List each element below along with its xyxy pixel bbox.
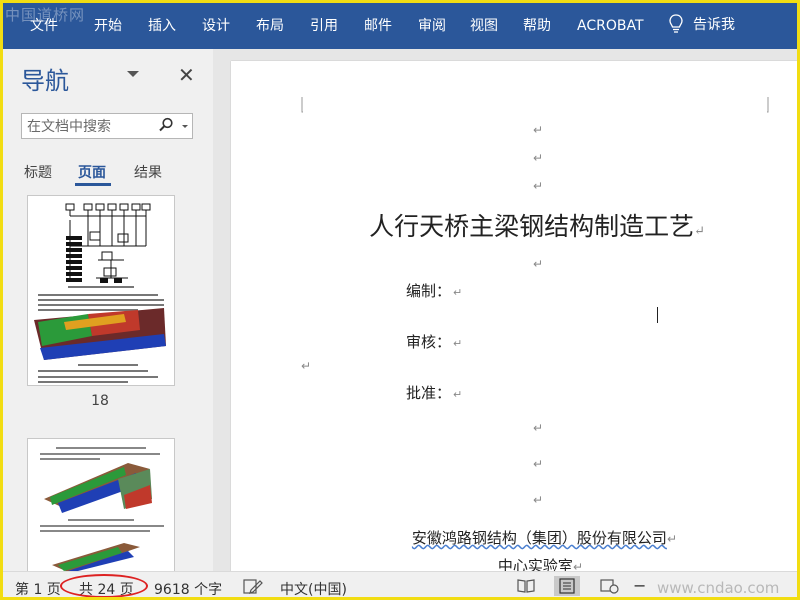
document-title[interactable]: 人行天桥主梁钢结构制造工艺↵: [231, 207, 705, 243]
navigation-pane: 导航 ✕ 标题 页面 结果: [3, 49, 213, 572]
nav-search-box[interactable]: [21, 113, 193, 139]
menu-help[interactable]: 帮助: [523, 17, 551, 35]
read-mode-button[interactable]: [513, 576, 539, 596]
paragraph-mark: ↵: [453, 388, 463, 401]
ribbon-menu: 中国道桥网 文件 开始 插入 设计 布局 引用 邮件 审阅 视图 帮助 ACRO…: [3, 3, 797, 49]
status-language[interactable]: 中文(中国): [280, 579, 347, 597]
tab-pages[interactable]: 页面: [78, 162, 106, 182]
field-reviewer-label: 审核：: [406, 333, 452, 351]
menu-view[interactable]: 视图: [470, 17, 498, 35]
margin-corner-mark: [767, 97, 769, 113]
status-word-count[interactable]: 9618 个字: [154, 579, 222, 597]
document-title-text: 人行天桥主梁钢结构制造工艺: [369, 212, 695, 241]
thumbnail-content: [40, 447, 164, 572]
margin-corner-mark: [301, 97, 303, 113]
document-page[interactable]: ↵ ↵ ↵ 人行天桥主梁钢结构制造工艺↵ ↵ 编制： ↵ 审核： ↵ ↵ 批准： ↵ …: [231, 61, 797, 591]
close-icon[interactable]: ✕: [178, 63, 195, 87]
nav-options-dropdown-icon[interactable]: [127, 71, 139, 77]
window: 中国道桥网 文件 开始 插入 设计 布局 引用 邮件 审阅 视图 帮助 ACRO…: [0, 0, 800, 600]
paragraph-mark: ↵: [453, 337, 463, 350]
print-layout-button[interactable]: [554, 576, 580, 596]
field-approver[interactable]: 批准： ↵: [406, 382, 462, 403]
status-page[interactable]: 第 1 页: [15, 579, 61, 597]
web-layout-button[interactable]: [596, 576, 622, 596]
tab-results[interactable]: 结果: [134, 162, 162, 182]
print-layout-icon: [559, 578, 575, 594]
web-layout-icon: [600, 579, 619, 594]
field-reviewer[interactable]: 审核： ↵: [406, 331, 462, 352]
search-options-icon[interactable]: [182, 125, 188, 128]
paragraph-mark: ↵: [533, 457, 544, 471]
menu-mailings[interactable]: 邮件: [364, 17, 392, 35]
menu-review[interactable]: 审阅: [418, 17, 446, 35]
thumbnail-content: [34, 203, 166, 383]
search-input[interactable]: [25, 115, 159, 139]
proofing-icon[interactable]: [243, 578, 263, 595]
menu-acrobat[interactable]: ACROBAT: [577, 17, 644, 35]
read-mode-icon: [517, 579, 535, 593]
tab-headings[interactable]: 标题: [24, 162, 52, 182]
zoom-out-icon[interactable]: −: [633, 576, 646, 595]
highlight-ellipse: [60, 574, 148, 597]
text-cursor: [657, 307, 658, 323]
paragraph-mark: ↵: [533, 123, 544, 137]
organization-name[interactable]: 安徽鸿路钢结构（集团）股份有限公司↵: [231, 527, 677, 548]
thumbnail-page-number: 18: [91, 393, 109, 409]
tell-me-search[interactable]: 告诉我: [669, 14, 735, 34]
paragraph-mark: ↵: [666, 532, 677, 546]
paragraph-mark: ↵: [533, 257, 544, 271]
field-approver-label: 批准：: [406, 384, 452, 402]
paragraph-mark: ↵: [533, 151, 544, 165]
field-compiler[interactable]: 编制： ↵: [406, 280, 462, 301]
menu-layout[interactable]: 布局: [256, 17, 284, 35]
menu-home[interactable]: 开始: [94, 17, 122, 35]
search-icon[interactable]: [158, 117, 174, 133]
tell-me-label: 告诉我: [693, 17, 735, 33]
lightbulb-icon: [669, 14, 683, 33]
menu-file[interactable]: 文件: [30, 17, 58, 35]
paragraph-mark: ↵: [301, 359, 312, 373]
menu-insert[interactable]: 插入: [148, 17, 176, 35]
watermark-bottom: www.cndao.com: [657, 579, 780, 597]
nav-title: 导航: [21, 67, 69, 95]
page-thumbnail-19[interactable]: [27, 438, 175, 572]
paragraph-mark: ↵: [453, 286, 463, 299]
organization-text: 安徽鸿路钢结构（集团）股份有限公司: [411, 529, 667, 547]
page-thumbnail-18[interactable]: [27, 195, 175, 386]
active-tab-indicator: [75, 183, 111, 186]
paragraph-mark: ↵: [533, 493, 544, 507]
paragraph-mark: ↵: [533, 421, 544, 435]
menu-references[interactable]: 引用: [310, 17, 338, 35]
document-area: ↵ ↵ ↵ 人行天桥主梁钢结构制造工艺↵ ↵ 编制： ↵ 审核： ↵ ↵ 批准： ↵ …: [213, 49, 797, 591]
paragraph-mark: ↵: [694, 224, 705, 239]
field-compiler-label: 编制：: [406, 282, 452, 300]
paragraph-mark: ↵: [533, 179, 544, 193]
menu-design[interactable]: 设计: [202, 17, 230, 35]
status-bar: 第 1 页 共 24 页 9618 个字 中文(中国) − www.cndao.…: [3, 571, 797, 597]
